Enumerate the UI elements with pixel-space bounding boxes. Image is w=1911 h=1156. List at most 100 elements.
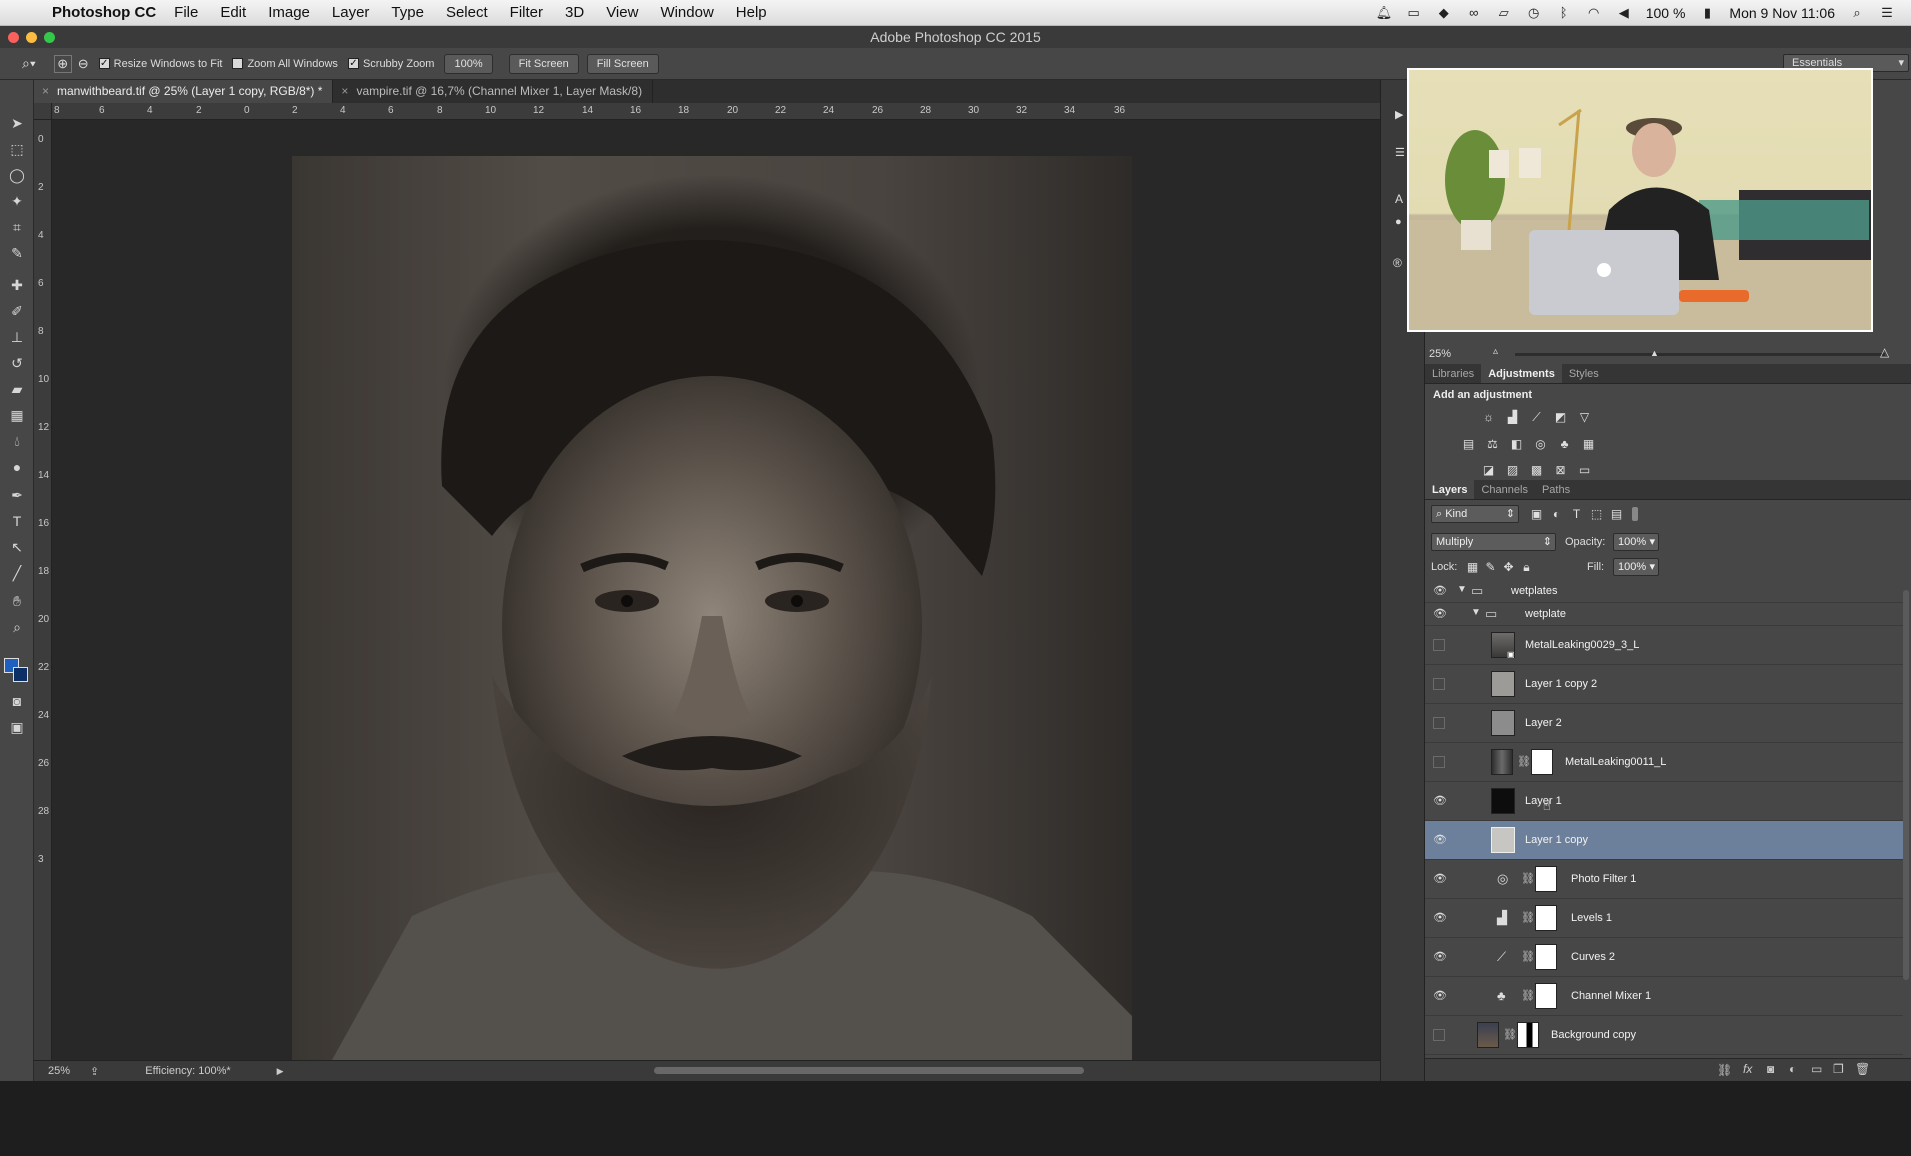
tab-paths[interactable]: Paths — [1535, 480, 1577, 499]
tab-styles[interactable]: Styles — [1562, 364, 1606, 383]
add-mask-icon[interactable]: ◙ — [1767, 1062, 1774, 1076]
zoom-tool-preset-icon[interactable]: ⌕▾ — [22, 55, 36, 72]
link-layers-icon[interactable]: ⛓︎ — [1717, 1063, 1732, 1077]
background-color-swatch[interactable] — [13, 667, 28, 682]
lasso-tool-icon[interactable]: ◯ — [8, 166, 26, 184]
exposure-icon[interactable]: ◩ — [1553, 410, 1568, 424]
quick-mask-icon[interactable]: ◙ — [8, 692, 26, 710]
layers-scrollbar[interactable] — [1903, 590, 1909, 980]
tab-vampire[interactable]: × vampire.tif @ 16,7% (Channel Mixer 1, L… — [333, 80, 654, 103]
dodge-tool-icon[interactable]: ● — [8, 458, 26, 476]
time-machine-icon[interactable]: ◷ — [1526, 5, 1542, 20]
volume-icon[interactable]: ◀︎ — [1616, 5, 1632, 20]
visibility-toggle[interactable] — [1433, 1029, 1445, 1041]
zoom-out-icon[interactable]: ⊖ — [78, 56, 89, 72]
status-menu-arrow-icon[interactable]: ▶ — [277, 1066, 284, 1077]
character-icon[interactable]: A — [1395, 192, 1403, 206]
display-icon[interactable]: ▭ — [1406, 5, 1422, 20]
photo-filter-icon[interactable]: ◎ — [1533, 437, 1548, 451]
layer-style-fx-icon[interactable]: fx — [1743, 1062, 1752, 1076]
close-tab-icon[interactable]: × — [42, 84, 49, 98]
clone-stamp-tool-icon[interactable]: ⊥ — [8, 328, 26, 346]
tab-adjustments[interactable]: Adjustments — [1481, 364, 1562, 383]
menu-image[interactable]: Image — [268, 4, 310, 21]
visibility-eye-icon[interactable]: 👁︎ — [1433, 873, 1447, 885]
hue-saturation-icon[interactable]: ▤ — [1461, 437, 1476, 451]
fit-screen-button[interactable]: Fit Screen — [508, 53, 579, 74]
horizontal-scrollbar[interactable] — [654, 1067, 1084, 1074]
lock-image-icon[interactable]: ✎ — [1483, 560, 1498, 574]
opacity-input[interactable]: 100% ▾ — [1613, 533, 1659, 551]
quick-selection-tool-icon[interactable]: ✦ — [8, 192, 26, 210]
layer-mask-thumbnail[interactable] — [1531, 749, 1553, 775]
path-selection-tool-icon[interactable]: ↖ — [8, 538, 26, 556]
fill-input[interactable]: 100% ▾ — [1613, 558, 1659, 576]
horizontal-ruler[interactable]: 8 6 4 2 0 2 4 6 8 10 12 14 16 18 20 22 24 26 28 30 32 34 36 — [52, 103, 1380, 120]
visibility-eye-icon[interactable]: 👁︎ — [1433, 912, 1447, 924]
layer-row-layer-1-copy[interactable]: 👁︎ Layer 1 copy — [1425, 821, 1903, 860]
resize-windows-checkbox[interactable]: ✓ Resize Windows to Fit — [98, 58, 222, 70]
gradient-tool-icon[interactable]: ▦ — [8, 406, 26, 424]
lock-position-icon[interactable]: ✥ — [1501, 560, 1516, 574]
marquee-tool-icon[interactable]: ⬚ — [8, 140, 26, 158]
layer-row-wetplate[interactable]: 👁︎ ▼ ▭ wetplate — [1425, 603, 1903, 626]
layer-row-layer-1-copy-2[interactable]: Layer 1 copy 2 — [1425, 665, 1903, 704]
wifi-icon[interactable]: ◠ — [1586, 5, 1602, 20]
registered-icon[interactable]: ® — [1393, 256, 1402, 270]
creative-cloud-icon[interactable]: ∞ — [1466, 5, 1482, 20]
visibility-eye-icon[interactable]: 👁︎ — [1433, 951, 1447, 963]
layer-row-photo-filter-1[interactable]: 👁︎ ◎ ⛓︎ Photo Filter 1 — [1425, 860, 1903, 899]
disclosure-triangle-icon[interactable]: ▼ — [1471, 607, 1481, 618]
gradient-map-icon[interactable]: ▭ — [1577, 463, 1592, 477]
notification-center-icon[interactable]: ☰ — [1879, 5, 1895, 20]
layer-row-layer-2[interactable]: Layer 2 — [1425, 704, 1903, 743]
zoom-tool-icon[interactable]: ⌕ — [8, 618, 26, 636]
crop-tool-icon[interactable]: ⌗ — [8, 218, 26, 236]
fill-screen-button[interactable]: Fill Screen — [586, 53, 659, 74]
zoom-window-button[interactable] — [44, 32, 55, 43]
disclosure-triangle-icon[interactable]: ▼ — [1457, 584, 1467, 595]
export-icon[interactable]: ⇪ — [90, 1065, 99, 1078]
history-brush-tool-icon[interactable]: ↺ — [8, 354, 26, 372]
layer-mask-thumbnail[interactable] — [1535, 944, 1557, 970]
dropbox-icon[interactable]: ◆ — [1436, 5, 1452, 20]
menu-3d[interactable]: 3D — [565, 4, 584, 21]
color-balance-icon[interactable]: ⚖︎ — [1485, 437, 1500, 451]
close-window-button[interactable] — [8, 32, 19, 43]
play-icon[interactable]: ▶ — [1395, 108, 1403, 121]
menu-file[interactable]: File — [174, 4, 198, 21]
filter-type-icon[interactable]: T — [1569, 507, 1584, 521]
new-group-icon[interactable]: ▭ — [1811, 1062, 1822, 1076]
layer-row-levels-1[interactable]: 👁︎ ▟ ⛓︎ Levels 1 — [1425, 899, 1903, 938]
layer-row-layer-1[interactable]: 👁︎ Layer 1 ☝︎ — [1425, 782, 1903, 821]
tab-channels[interactable]: Channels — [1474, 480, 1534, 499]
visibility-eye-icon[interactable]: 👁︎ — [1433, 608, 1447, 620]
blur-tool-icon[interactable]: 💧︎ — [8, 432, 26, 450]
layer-kind-filter[interactable]: ⌕ Kind ⇕ — [1431, 505, 1519, 523]
layer-mask-thumbnail[interactable] — [1535, 905, 1557, 931]
clock[interactable]: Mon 9 Nov 11:06 — [1729, 5, 1835, 21]
layer-row-metalleaking0011[interactable]: ⛓︎ MetalLeaking0011_L — [1425, 743, 1903, 782]
tab-manwithbeard[interactable]: × manwithbeard.tif @ 25% (Layer 1 copy, R… — [34, 80, 334, 103]
filter-pixel-icon[interactable]: ▣ — [1529, 507, 1544, 521]
visibility-toggle[interactable] — [1433, 678, 1445, 690]
visibility-toggle[interactable] — [1433, 756, 1445, 768]
color-lookup-icon[interactable]: ▦ — [1581, 437, 1596, 451]
scrubby-zoom-checkbox[interactable]: ✓ Scrubby Zoom — [347, 58, 434, 70]
screen-mode-icon[interactable]: ▣ — [8, 718, 26, 736]
delete-layer-icon[interactable]: 🗑︎ — [1855, 1062, 1870, 1076]
zoom-in-icon[interactable]: ⊕ — [53, 54, 72, 73]
filter-toggle[interactable] — [1632, 507, 1638, 521]
link-chain-icon[interactable]: ⛓︎ — [1521, 872, 1535, 885]
menu-layer[interactable]: Layer — [332, 4, 370, 21]
battery-icon[interactable]: ▮ — [1699, 5, 1715, 20]
posterize-icon[interactable]: ▨ — [1505, 463, 1520, 477]
layer-row-wetplates[interactable]: 👁︎ ▼ ▭ wetplates — [1425, 580, 1903, 603]
zoom-slider-thumb[interactable]: ▲ — [1650, 348, 1659, 358]
properties-icon[interactable]: ☰ — [1395, 146, 1405, 159]
brightness-contrast-icon[interactable]: ☼ — [1481, 410, 1496, 424]
visibility-eye-icon[interactable]: 👁︎ — [1433, 834, 1447, 846]
vibrance-icon[interactable]: ▽ — [1577, 410, 1592, 424]
menu-help[interactable]: Help — [736, 4, 767, 21]
new-layer-icon[interactable]: ❐ — [1833, 1062, 1844, 1076]
